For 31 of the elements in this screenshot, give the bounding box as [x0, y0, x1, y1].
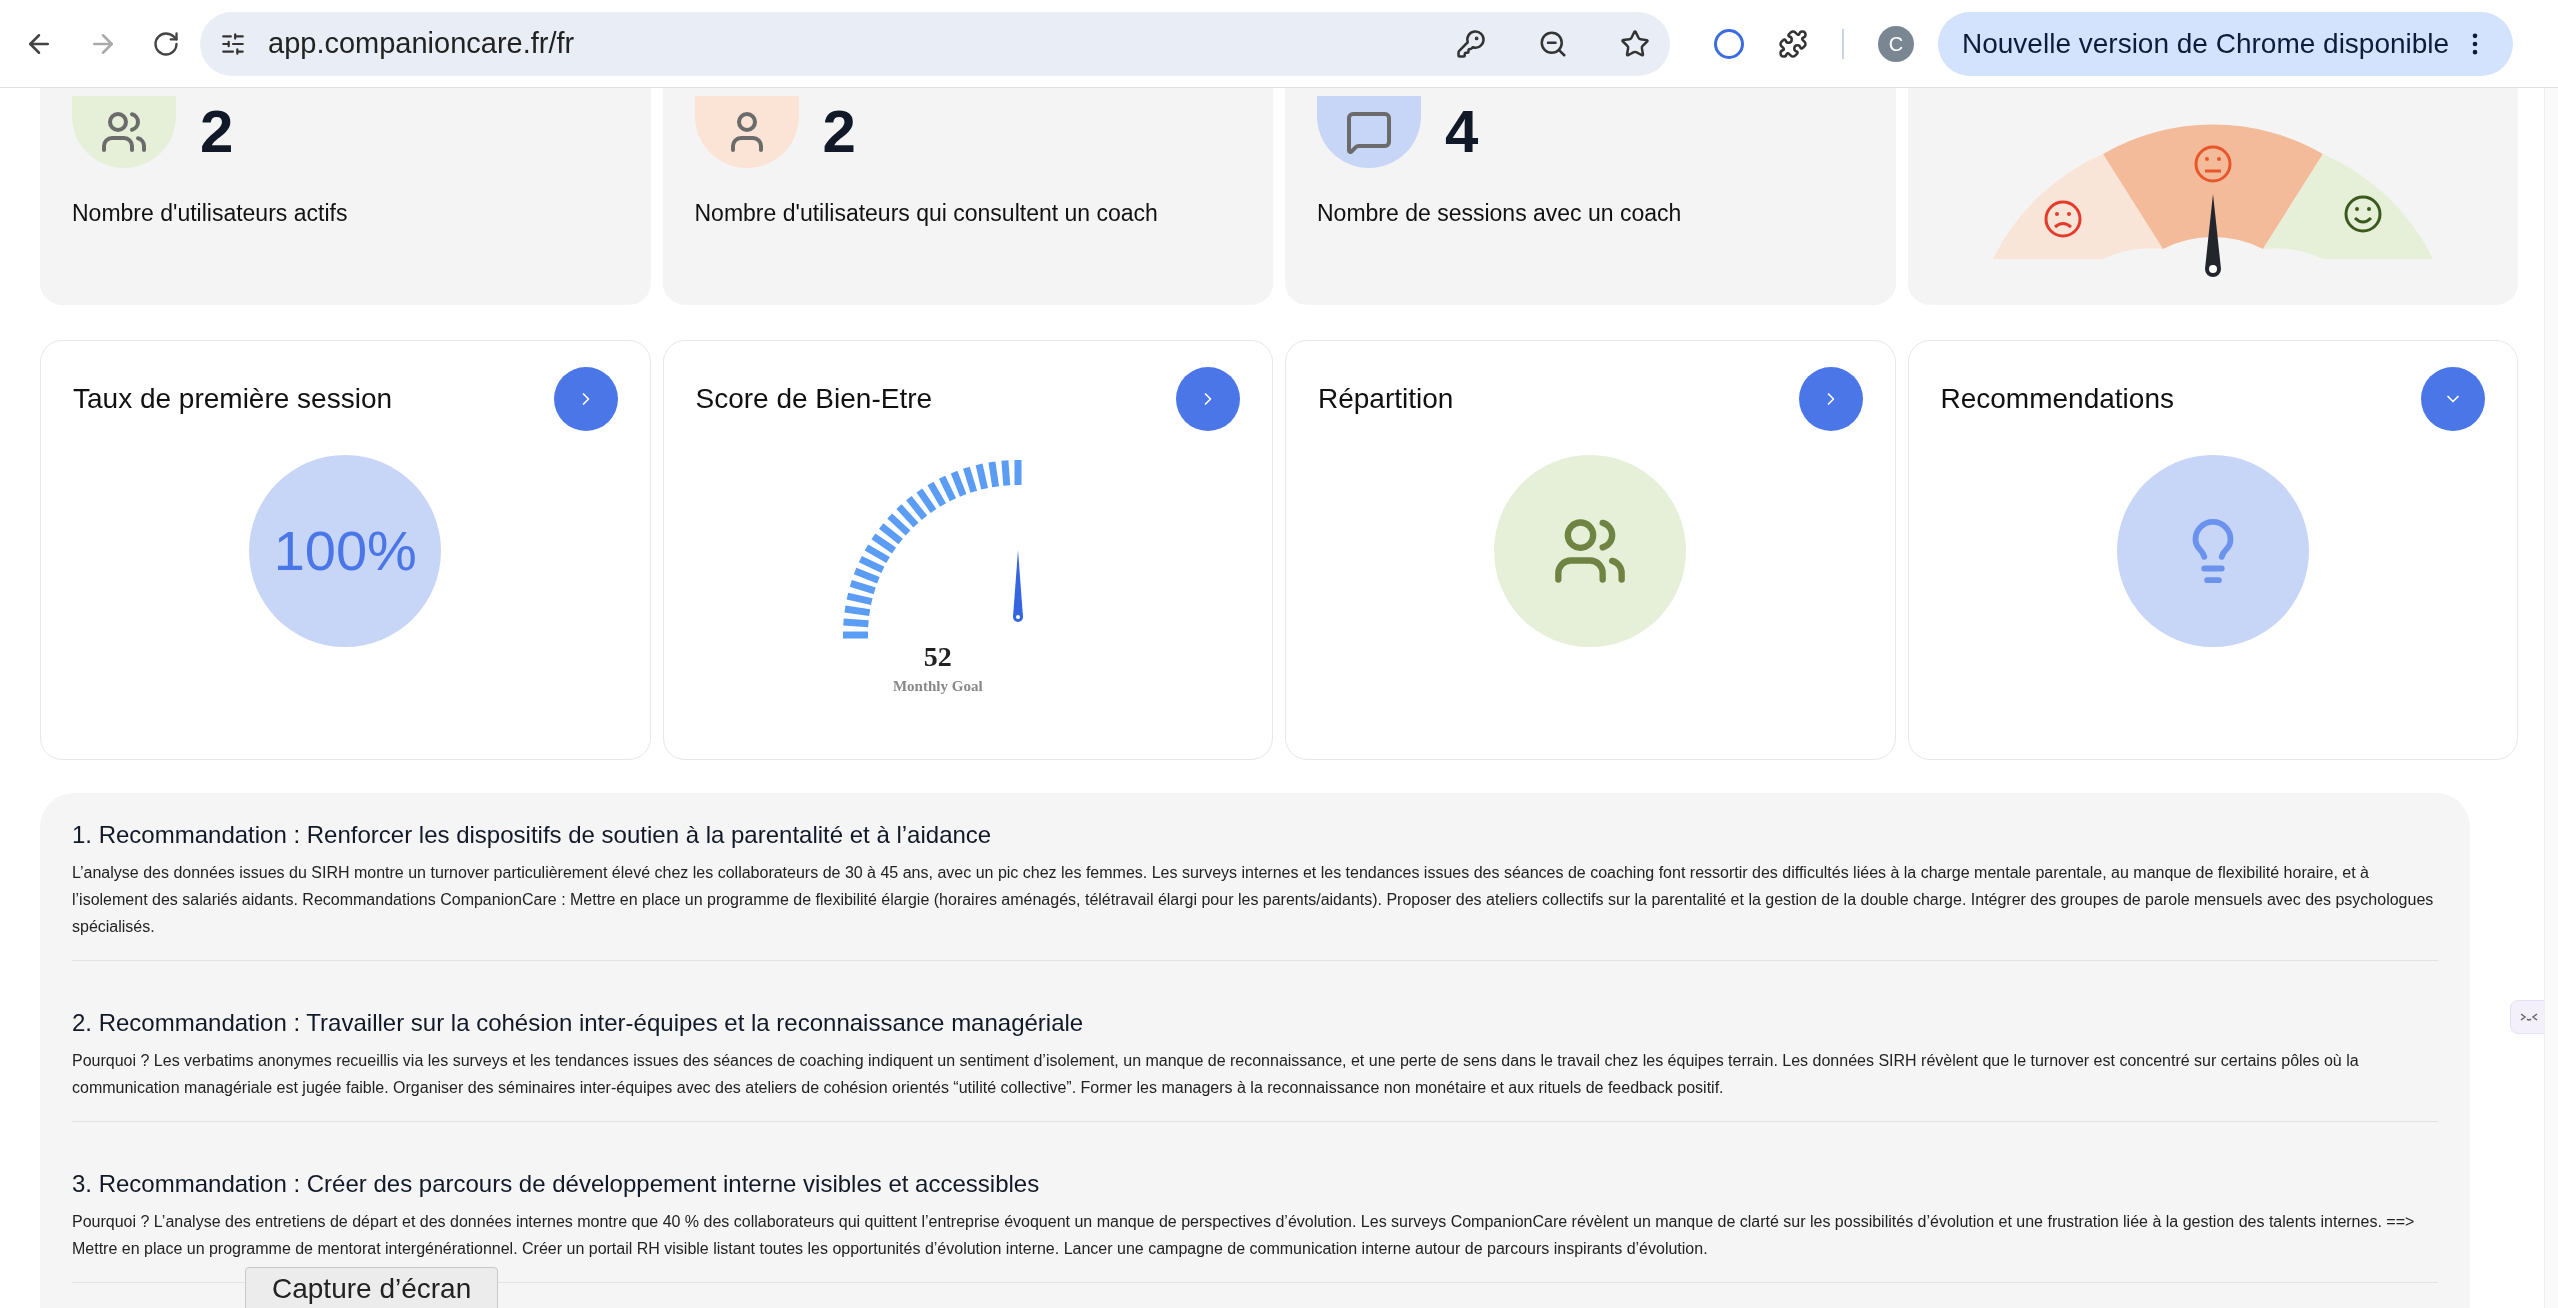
key-icon[interactable]	[1456, 28, 1486, 59]
stat-label: Nombre d'utilisateurs qui consultent un coach	[694, 199, 1159, 228]
extension-icon[interactable]	[1714, 28, 1744, 59]
stat-value: 2	[822, 102, 856, 162]
stat-label: Nombre de sessions avec un coach	[1317, 199, 1683, 228]
stat-value: 2	[200, 102, 234, 162]
scrollbar-track[interactable]	[2544, 88, 2558, 1308]
recommendation-title: 2. Recommandation : Travailler sur la cohésion inter-équipes et la reconnaissance managériale	[72, 1008, 1085, 1038]
card-title: Score de Bien-Etre	[695, 382, 933, 416]
recommendation-title: 3. Recommandation : Créer des parcours de développement interne visibles et accessibles	[72, 1169, 1041, 1199]
url-text: app.companioncare.fr/fr	[268, 25, 576, 61]
recommendation-text: Pourquoi ? L’analyse des entretiens de départ et des données internes montre que 40 % des collaborateurs qui quittent l’entreprise évoquent un manque de perspectives d’évolution. Les surveys CompanionCare révèlent un manque de clarté sur les possibilités d’évolution et une frustration liée à la gestion des talents internes. ==> Mettre en place un programme de mentorat intergénérationnel. Créer un portail RH visible listant toutes les opportunités d’évolution interne. Lancer une campagne de communication interne autour de parcours inspirants d’évolution.	[72, 1212, 2416, 1259]
chrome-update-button[interactable]: Nouvelle version de Chrome disponible	[1938, 11, 2514, 76]
recommendation-text: L’analyse des données issues du SIRH montre un turnover particulièrement élevé chez les collaborateurs de 30 à 45 ans, avec un pic chez les femmes. Les surveys internes et les tendances issues des séances de coaching font ressortir des difficultés liées à la charge mentale parentale, au manque de flexibilité horaire, et à l’isolement des salariés aidants. Recommandations CompanionCare : Mettre en place un programme de flexibilité élargie (horaires aménagés, télétravail élargi pour les parents/aidants). Proposer des ateliers collectifs sur la parentalité et la gestion de la double charge. Intégrer des groupes de parole mensuels avec des psychologues spécialisés.	[72, 863, 2435, 937]
reload-icon[interactable]	[152, 29, 180, 58]
screenshot-tooltip: Capture d’écran	[245, 1267, 499, 1308]
bookmark-star-icon[interactable]	[1620, 28, 1650, 59]
recommendation-text: Pourquoi ? Les verbatims anonymes recueillis via les surveys et les tendances issues des séances de coaching indiquent un sentiment d’isolement, un manque de reconnaissance, et une perte de sens dans le travail chez les équipes terrain. Les données SIRH révèlent que le turnover est concentré sur certains pôles où la communication managériale est jugée faible. Organiser des séminaires inter-équipes avec des ateliers de cohésion orientés “utilité collective”. Former les managers à la reconnaissance non monétaire et aux rituels de feedback positif.	[72, 1051, 2360, 1098]
site-settings-icon[interactable]	[220, 30, 246, 57]
stat-label: Nombre d'utilisateurs actifs	[72, 199, 349, 228]
score-value: 52	[923, 643, 952, 671]
card-title: Répartition	[1318, 382, 1454, 416]
extensions-icon[interactable]	[1778, 28, 1808, 59]
recommendation-title: 1. Recommandation : Renforcer les dispositifs de soutien à la parentalité et à l’aidance	[72, 820, 993, 850]
stat-value: 4	[1445, 102, 1479, 162]
score-caption: Monthly Goal	[892, 677, 983, 696]
address-bar[interactable]: app.companioncare.fr/fr	[200, 11, 1670, 76]
card-title: Taux de première session	[73, 382, 393, 416]
face-icon	[2519, 1012, 2539, 1022]
card-title: Recommendations	[1940, 382, 2174, 416]
profile-avatar[interactable]: C	[1878, 25, 1914, 62]
